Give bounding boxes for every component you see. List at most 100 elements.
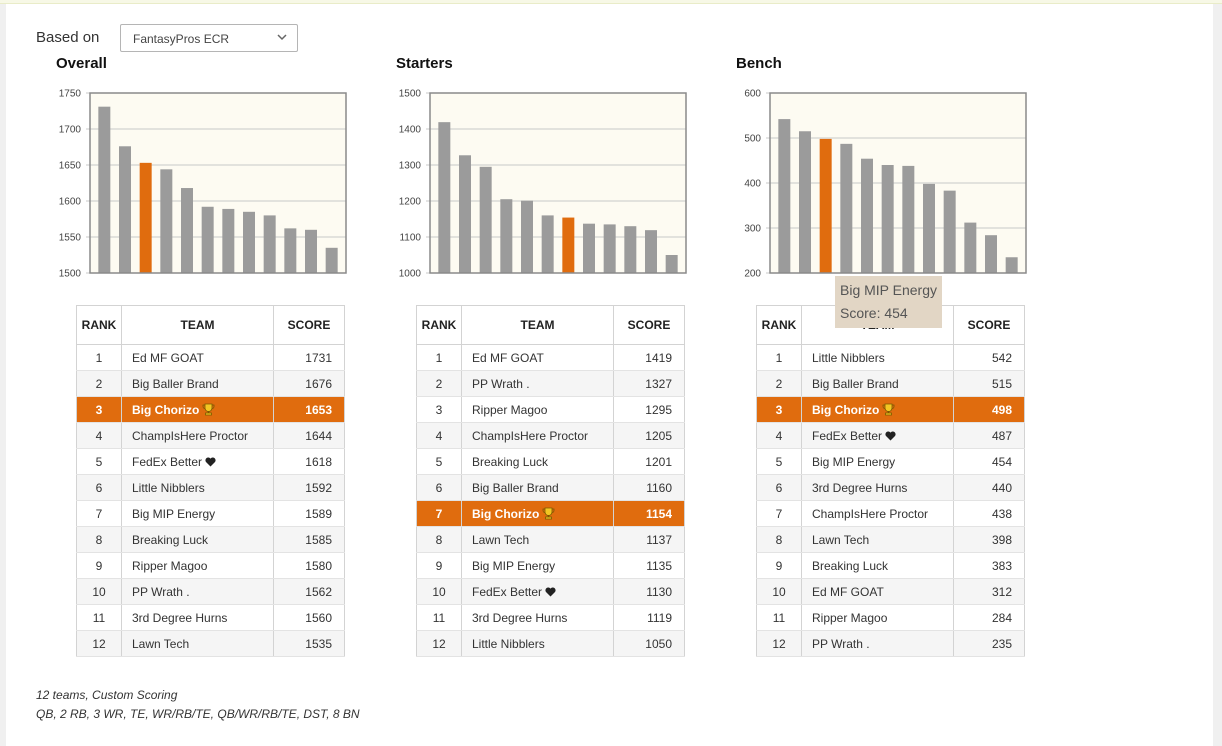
- score-cell: 1154: [613, 500, 685, 527]
- bar[interactable]: [521, 200, 533, 273]
- score-header[interactable]: SCORE: [613, 305, 685, 345]
- team-cell: Big Chorizo: [121, 396, 274, 423]
- rank-cell: 11: [416, 604, 462, 631]
- score-header[interactable]: SCORE: [273, 305, 345, 345]
- bar[interactable]: [201, 206, 214, 273]
- chart-tooltip: Big MIP Energy Score: 454: [835, 276, 942, 328]
- rank-header[interactable]: RANK: [76, 305, 122, 345]
- bar[interactable]: [861, 158, 873, 273]
- rank-cell: 7: [756, 500, 802, 527]
- rank-cell: 8: [416, 526, 462, 553]
- bar[interactable]: [881, 165, 894, 273]
- tooltip-team: Big MIP Energy: [840, 282, 938, 298]
- score-cell: 1295: [613, 396, 685, 423]
- bar[interactable]: [964, 222, 977, 273]
- table-row: 2 Big Baller Brand 1676: [76, 370, 345, 397]
- roster-info: QB, 2 RB, 3 WR, TE, WR/RB/TE, QB/WR/RB/T…: [36, 707, 360, 721]
- bar[interactable]: [923, 183, 935, 273]
- team-cell: Ripper Magoo: [801, 604, 954, 631]
- table-header-row: RANKTEAMSCORE: [76, 305, 345, 345]
- team-name: Breaking Luck: [472, 454, 549, 469]
- score-cell: 1119: [613, 604, 685, 631]
- bar[interactable]: [284, 228, 297, 273]
- team-cell: PP Wrath .: [121, 578, 274, 605]
- rank-cell: 10: [756, 578, 802, 605]
- team-name: Breaking Luck: [812, 558, 889, 573]
- rank-cell: 6: [756, 474, 802, 501]
- score-cell: 383: [953, 552, 1025, 579]
- team-name: PP Wrath .: [132, 584, 190, 599]
- bar[interactable]: [263, 215, 276, 273]
- bar[interactable]: [139, 162, 152, 273]
- score-cell: 1327: [613, 370, 685, 397]
- bar[interactable]: [305, 229, 317, 273]
- y-tick-label: 1000: [399, 269, 422, 280]
- bar[interactable]: [985, 235, 997, 273]
- bar[interactable]: [119, 146, 131, 273]
- chart-panel-bench: Bench200300400500600RANKTEAMSCORE1Little…: [680, 0, 1027, 660]
- bar[interactable]: [603, 224, 616, 273]
- score-cell: 1535: [273, 630, 345, 657]
- bar[interactable]: [583, 223, 595, 273]
- bar[interactable]: [645, 230, 657, 273]
- bar[interactable]: [902, 165, 915, 273]
- bar[interactable]: [840, 143, 853, 273]
- bar[interactable]: [562, 217, 575, 273]
- rank-cell: 2: [76, 370, 122, 397]
- team-cell: Big MIP Energy: [121, 500, 274, 527]
- table-row: 12 Lawn Tech 1535: [76, 630, 345, 657]
- team-cell: PP Wrath .: [801, 630, 954, 657]
- bar[interactable]: [222, 208, 235, 273]
- table-row: 1 Ed MF GOAT 1731: [76, 344, 345, 371]
- rank-header[interactable]: RANK: [756, 305, 802, 345]
- table-row: 10 FedEx Better 1130: [416, 578, 685, 605]
- rank-cell: 2: [756, 370, 802, 397]
- rank-cell: 3: [416, 396, 462, 423]
- chart-title: Bench: [736, 55, 782, 72]
- rank-cell: 10: [416, 578, 462, 605]
- rank-cell: 1: [76, 344, 122, 371]
- bar[interactable]: [799, 131, 811, 273]
- team-name: Big MIP Energy: [812, 454, 896, 469]
- table-row: 12 PP Wrath . 235: [756, 630, 1025, 657]
- rank-cell: 8: [756, 526, 802, 553]
- team-name: Ed MF GOAT: [472, 350, 544, 365]
- bar[interactable]: [325, 247, 338, 273]
- team-cell: ChampIsHere Proctor: [121, 422, 274, 449]
- table-row: 9 Ripper Magoo 1580: [76, 552, 345, 579]
- team-header[interactable]: TEAM: [121, 305, 274, 345]
- bar[interactable]: [438, 122, 451, 273]
- bar[interactable]: [181, 188, 193, 273]
- score-cell: 1676: [273, 370, 345, 397]
- bar[interactable]: [541, 215, 554, 273]
- bar[interactable]: [819, 138, 832, 273]
- bar[interactable]: [665, 255, 678, 273]
- bar[interactable]: [1005, 257, 1018, 273]
- team-name: FedEx Better: [472, 584, 543, 599]
- rank-cell: 7: [76, 500, 122, 527]
- team-name: ChampIsHere Proctor: [812, 506, 929, 521]
- team-header[interactable]: TEAM: [461, 305, 614, 345]
- chart-panel-starters: Starters 1000 1100 1200 1300 1400 1500 RANK TEAM…: [340, 0, 687, 660]
- bar[interactable]: [459, 155, 471, 273]
- rank-cell: 6: [76, 474, 122, 501]
- bar[interactable]: [243, 211, 255, 273]
- bar[interactable]: [98, 106, 111, 274]
- team-cell: ChampIsHere Proctor: [461, 422, 614, 449]
- score-header[interactable]: SCORE: [953, 305, 1025, 345]
- bar[interactable]: [778, 119, 791, 273]
- bar[interactable]: [943, 190, 956, 273]
- bar[interactable]: [160, 169, 173, 273]
- bar[interactable]: [479, 166, 492, 273]
- bar[interactable]: [500, 199, 513, 273]
- team-cell: Little Nibblers: [801, 344, 954, 371]
- heart-icon: [885, 430, 896, 440]
- bar[interactable]: [624, 226, 637, 273]
- table-row: 4 ChampIsHere Proctor 1205: [416, 422, 685, 449]
- rank-cell: 4: [76, 422, 122, 449]
- table-row: 11 3rd Degree Hurns 1560: [76, 604, 345, 631]
- score-cell: 438: [953, 500, 1025, 527]
- team-cell: 3rd Degree Hurns: [461, 604, 614, 631]
- rank-header[interactable]: RANK: [416, 305, 462, 345]
- team-cell: Ed MF GOAT: [801, 578, 954, 605]
